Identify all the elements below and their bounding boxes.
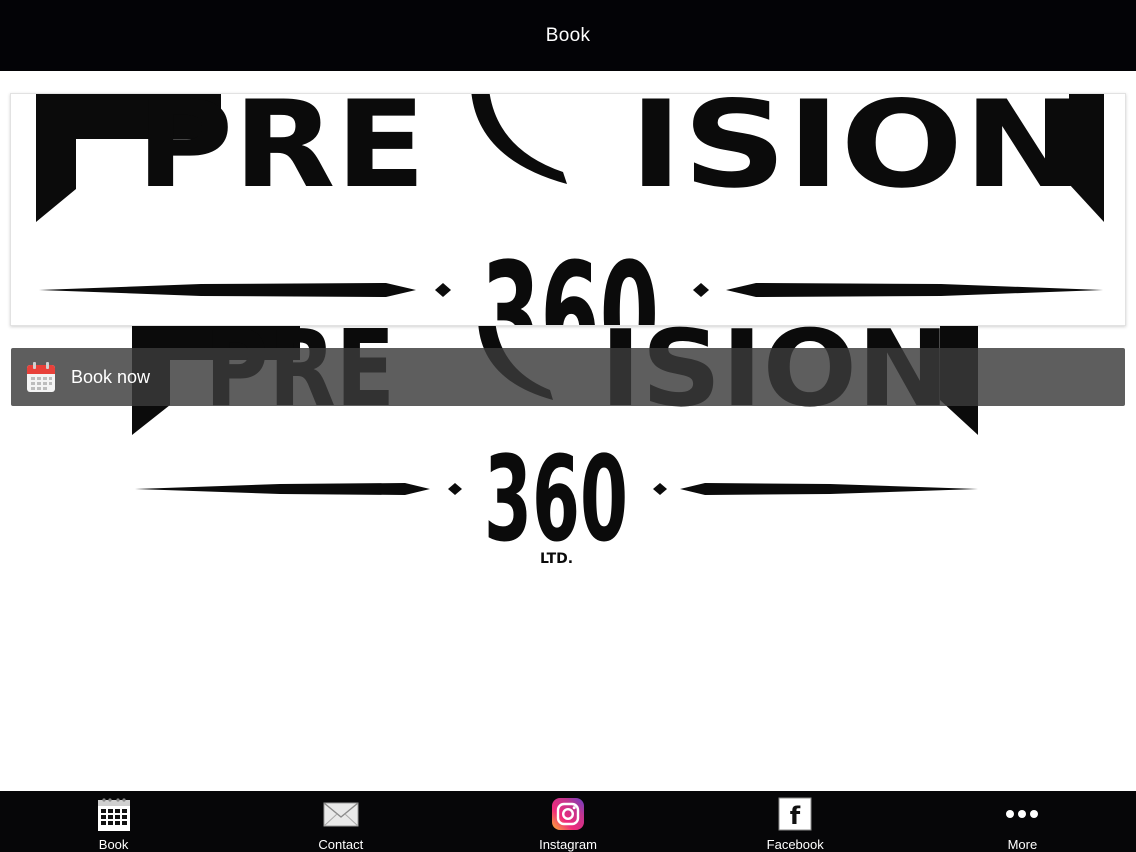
more-dots-icon	[1006, 810, 1039, 818]
header-logo: PRE ISION 360	[36, 94, 1104, 326]
tab-more[interactable]: More	[909, 791, 1136, 852]
bottom-tab-bar: Book Contact Instagram f Facebook More	[0, 791, 1136, 852]
book-now-button[interactable]: Book now	[11, 348, 1125, 406]
book-now-label: Book now	[71, 366, 151, 387]
logo-right-diamond	[693, 283, 709, 297]
facebook-icon: f	[778, 797, 812, 831]
logo-word-left: PRE	[136, 94, 426, 215]
instagram-icon	[552, 798, 584, 830]
logo-number: 360	[481, 232, 659, 326]
bg-logo-right-diamond	[653, 483, 667, 495]
logo-right-line	[726, 283, 1103, 297]
tab-contact-label: Contact	[318, 837, 364, 852]
logo-left-diamond	[435, 283, 451, 297]
logo-word-right: ISION	[629, 94, 1084, 215]
envelope-icon	[323, 802, 359, 827]
tab-book[interactable]: Book	[0, 791, 227, 852]
tab-facebook-label: Facebook	[766, 837, 824, 852]
bg-logo-left-line	[135, 483, 430, 495]
calendar-grid-icon	[97, 798, 130, 831]
bg-logo-number: 360	[484, 430, 628, 568]
tab-facebook[interactable]: f Facebook	[682, 791, 909, 852]
header-banner: PRE ISION 360	[10, 93, 1126, 326]
bg-logo-suffix: LTD.	[540, 551, 573, 567]
calendar-icon	[27, 362, 55, 392]
page-title: Book	[545, 24, 591, 46]
logo-left-line	[39, 283, 416, 297]
tab-contact[interactable]: Contact	[227, 791, 454, 852]
background-logo: PRE ISION 360 LTD.	[132, 308, 978, 568]
bg-logo-right-line	[680, 483, 978, 495]
svg-text:f: f	[790, 802, 801, 830]
tab-instagram[interactable]: Instagram	[454, 791, 681, 852]
tab-more-label: More	[1007, 837, 1038, 852]
top-nav-bar: Book	[0, 0, 1136, 71]
tab-instagram-label: Instagram	[539, 837, 597, 852]
app-screen: Book PRE ISION 360 LTD. PRE ISION	[0, 0, 1136, 852]
logo-swoosh	[471, 94, 567, 184]
bg-logo-left-diamond	[448, 483, 462, 495]
tab-book-label: Book	[98, 837, 129, 852]
